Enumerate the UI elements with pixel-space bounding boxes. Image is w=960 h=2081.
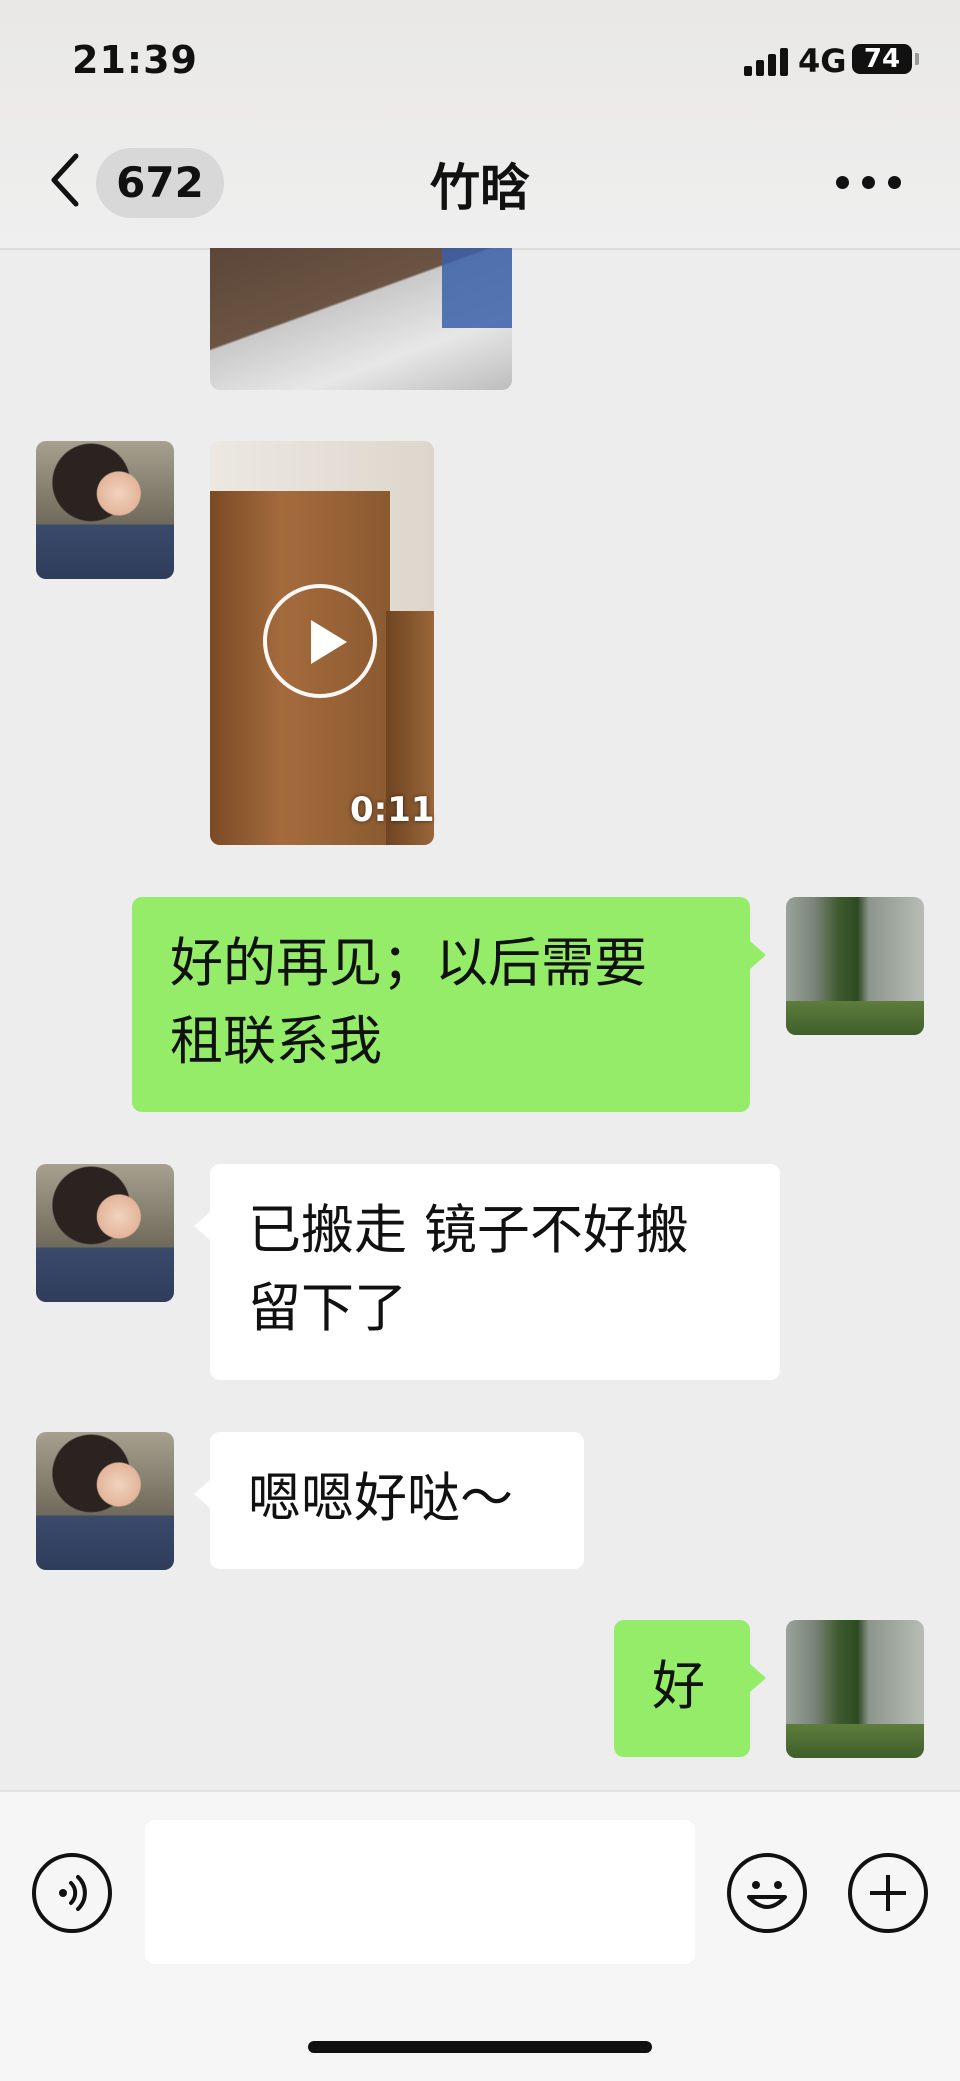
status-time: 21:39: [72, 38, 198, 82]
play-icon[interactable]: [263, 584, 377, 698]
home-indicator: [308, 2041, 652, 2053]
message-line: 留下了: [248, 1278, 407, 1339]
emoji-icon[interactable]: [727, 1853, 807, 1933]
my-avatar[interactable]: [786, 897, 924, 1035]
voice-icon[interactable]: [32, 1853, 112, 1933]
plus-icon[interactable]: [848, 1853, 928, 1933]
signal-icon: [744, 46, 788, 76]
network-type: 4G: [798, 42, 847, 80]
video-duration: 0:11: [350, 790, 435, 830]
more-dots-icon[interactable]: [836, 176, 902, 190]
message-input[interactable]: [145, 1820, 695, 1964]
chat-title: 竹晗: [430, 159, 530, 217]
back-chevron-icon[interactable]: [46, 150, 86, 210]
message-line: 嗯嗯好哒～: [248, 1468, 513, 1529]
image-message[interactable]: [210, 248, 512, 390]
contact-avatar[interactable]: [36, 1432, 174, 1570]
contact-avatar[interactable]: [36, 1164, 174, 1302]
message-line: 好: [652, 1656, 705, 1717]
battery-icon: 74: [852, 44, 919, 74]
my-text-bubble[interactable]: 好的再见；以后需要 租联系我: [132, 897, 766, 1112]
message-line: 租联系我: [170, 1011, 382, 1072]
their-text-bubble[interactable]: 已搬走 镜子不好搬 留下了: [194, 1164, 780, 1380]
message-line: 好的再见；以后需要: [170, 933, 647, 994]
my-text-bubble[interactable]: 好: [614, 1620, 766, 1757]
their-text-bubble[interactable]: 嗯嗯好哒～: [194, 1432, 584, 1569]
unread-count-badge[interactable]: 672: [96, 148, 224, 218]
my-avatar[interactable]: [786, 1620, 924, 1758]
message-line: 已搬走 镜子不好搬: [248, 1200, 689, 1261]
contact-avatar[interactable]: [36, 441, 174, 579]
